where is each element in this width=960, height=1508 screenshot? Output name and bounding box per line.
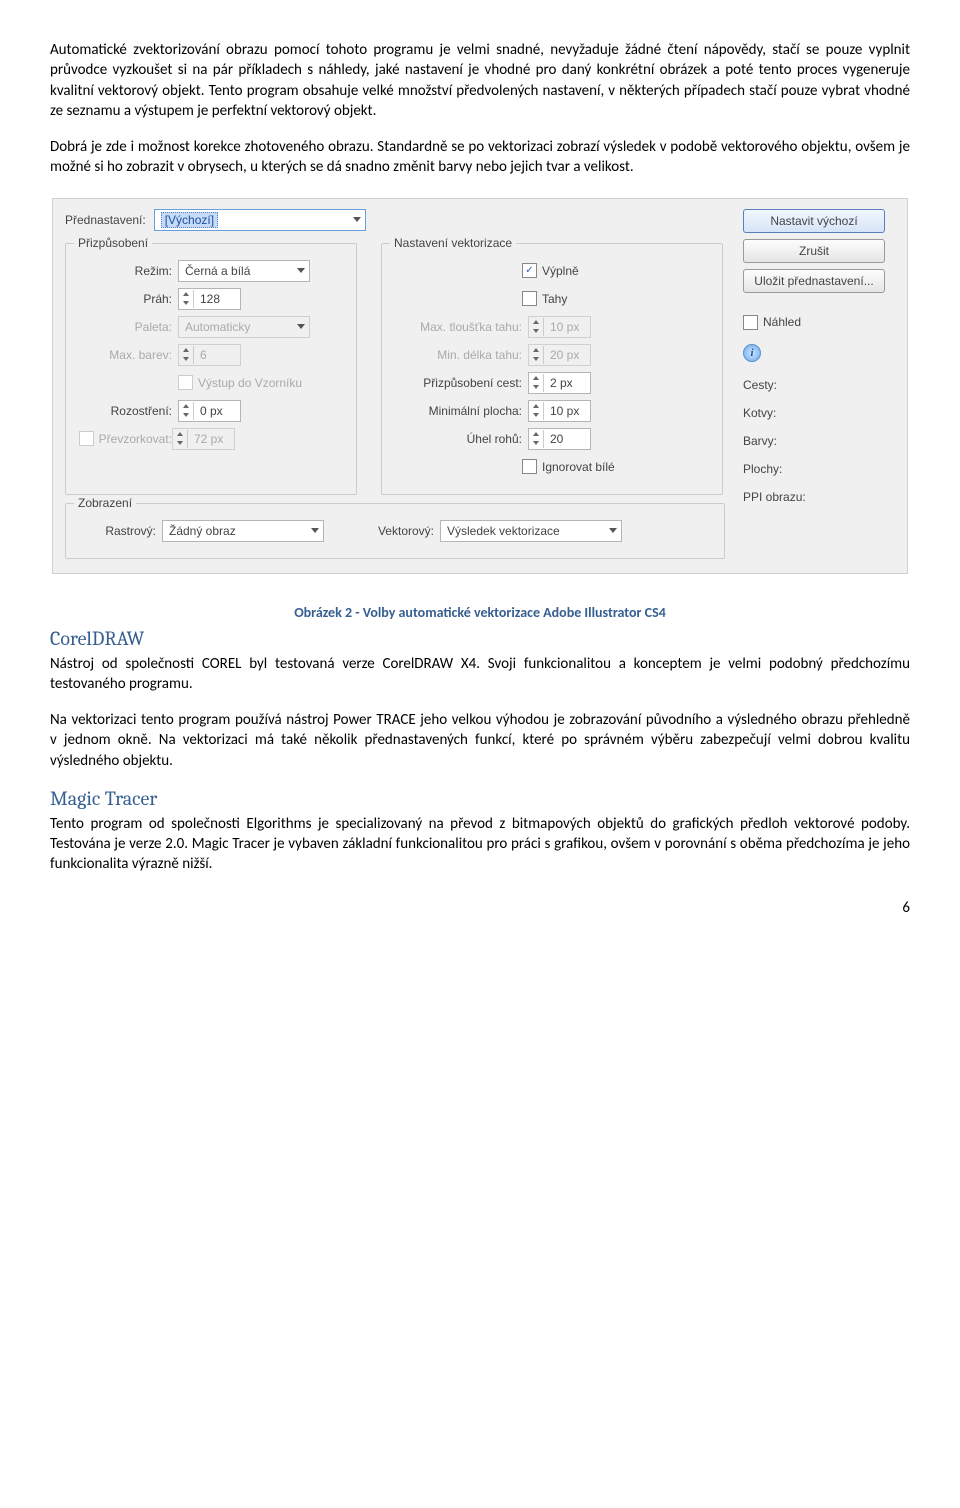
checkbox-icon: ✓ <box>522 263 537 278</box>
threshold-label: Práh: <box>76 292 178 306</box>
blur-value: 0 px <box>194 404 240 418</box>
heading-magic-tracer: Magic Tracer <box>50 787 910 810</box>
stat-colors: Barvy: <box>743 434 777 448</box>
min-stroke-label: Min. délka tahu: <box>392 348 528 362</box>
checkbox-icon <box>522 291 537 306</box>
fills-label: Výplně <box>542 264 579 278</box>
preset-value: [Výchozí] <box>161 212 218 228</box>
vector-value: Výsledek vektorizace <box>447 524 560 538</box>
chevron-down-icon <box>297 268 305 273</box>
trace-settings-label: Nastavení vektorizace <box>390 236 516 250</box>
palette-value: Automaticky <box>185 320 250 334</box>
min-stroke-spinner: 20 px <box>528 344 591 366</box>
checkbox-icon <box>743 315 758 330</box>
chevron-down-icon <box>353 217 361 222</box>
palette-label: Paleta: <box>76 320 178 334</box>
preview-checkbox[interactable]: Náhled <box>743 315 801 330</box>
path-fit-label: Přizpůsobení cest: <box>392 376 528 390</box>
checkbox-icon <box>522 459 537 474</box>
resample-value: 72 px <box>188 432 234 446</box>
magic-paragraph: Tento program od společnosti Elgorithms … <box>50 814 910 875</box>
output-swatch-label: Výstup do Vzorníku <box>198 376 302 390</box>
heading-coreldraw: CorelDRAW <box>50 627 910 650</box>
chevron-down-icon <box>609 528 617 533</box>
raster-dropdown[interactable]: Žádný obraz <box>162 520 324 542</box>
page-number: 6 <box>50 899 910 917</box>
min-area-label: Minimální plocha: <box>392 404 528 418</box>
vector-label: Vektorový: <box>354 524 440 538</box>
chevron-down-icon <box>311 528 319 533</box>
trace-settings-group: Nastavení vektorizace ✓ Výplně Tahy Max.… <box>381 243 723 495</box>
stat-anchors: Kotvy: <box>743 406 776 420</box>
corner-value: 20 <box>544 432 590 446</box>
cancel-button[interactable]: Zrušit <box>743 239 885 263</box>
paragraph-2: Dobrá je zde i možnost korekce zhotovené… <box>50 137 910 178</box>
save-preset-button[interactable]: Uložit přednastavení... <box>743 269 885 293</box>
maxcolors-spinner: 6 <box>178 344 241 366</box>
preview-label: Náhled <box>763 315 801 329</box>
stat-paths: Cesty: <box>743 378 777 392</box>
raster-label: Rastrový: <box>76 524 162 538</box>
blur-label: Rozostření: <box>76 404 178 418</box>
mode-label: Režim: <box>76 264 178 278</box>
adjust-group: Přizpůsobení Režim: Černá a bílá Práh: 1… <box>65 243 357 495</box>
ignore-white-label: Ignorovat bílé <box>542 460 615 474</box>
blur-spinner[interactable]: 0 px <box>178 400 241 422</box>
mode-dropdown[interactable]: Černá a bílá <box>178 260 310 282</box>
min-area-spinner[interactable]: 10 px <box>528 400 591 422</box>
path-fit-spinner[interactable]: 2 px <box>528 372 591 394</box>
min-area-value: 10 px <box>544 404 590 418</box>
palette-dropdown: Automaticky <box>178 316 310 338</box>
fills-checkbox[interactable]: ✓ Výplně <box>522 263 579 278</box>
corel-paragraph-1: Nástroj od společnosti COREL byl testova… <box>50 654 910 695</box>
set-default-button[interactable]: Nastavit výchozí <box>743 209 885 233</box>
maxcolors-value: 6 <box>194 348 240 362</box>
stat-areas: Plochy: <box>743 462 782 476</box>
vector-dropdown[interactable]: Výsledek vektorizace <box>440 520 622 542</box>
corel-paragraph-2: Na vektorizaci tento program používá nás… <box>50 710 910 771</box>
ignore-white-checkbox[interactable]: Ignorovat bílé <box>522 459 615 474</box>
max-stroke-label: Max. tloušťka tahu: <box>392 320 528 334</box>
strokes-checkbox[interactable]: Tahy <box>522 291 567 306</box>
mode-value: Černá a bílá <box>185 264 250 278</box>
chevron-down-icon <box>297 324 305 329</box>
raster-value: Žádný obraz <box>169 524 236 538</box>
paragraph-1: Automatické zvektorizování obrazu pomocí… <box>50 40 910 121</box>
illustrator-trace-dialog: Přednastavení: [Výchozí] Nastavit výchoz… <box>52 198 908 574</box>
threshold-spinner[interactable]: 128 <box>178 288 241 310</box>
output-swatch-checkbox: Výstup do Vzorníku <box>178 375 302 390</box>
resample-spinner: 72 px <box>172 428 235 450</box>
max-stroke-value: 10 px <box>544 320 590 334</box>
view-group-label: Zobrazení <box>74 496 136 510</box>
figure-caption: Obrázek 2 - Volby automatické vektorizac… <box>50 604 910 621</box>
resample-checkbox: Převzorkovat: <box>76 431 172 446</box>
corner-spinner[interactable]: 20 <box>528 428 591 450</box>
corner-label: Úhel rohů: <box>392 432 528 446</box>
checkbox-icon <box>79 431 94 446</box>
stat-ppi: PPI obrazu: <box>743 490 806 504</box>
path-fit-value: 2 px <box>544 376 590 390</box>
view-group: Zobrazení Rastrový: Žádný obraz Vektorov… <box>65 503 725 559</box>
info-icon[interactable]: i <box>743 344 761 362</box>
preset-label: Přednastavení: <box>65 213 146 227</box>
preset-dropdown[interactable]: [Výchozí] <box>154 209 366 231</box>
max-stroke-spinner: 10 px <box>528 316 591 338</box>
adjust-group-label: Přizpůsobení <box>74 236 152 250</box>
threshold-value: 128 <box>194 292 240 306</box>
maxcolors-label: Max. barev: <box>76 348 178 362</box>
resample-label: Převzorkovat: <box>99 432 172 446</box>
min-stroke-value: 20 px <box>544 348 590 362</box>
strokes-label: Tahy <box>542 292 567 306</box>
checkbox-icon <box>178 375 193 390</box>
